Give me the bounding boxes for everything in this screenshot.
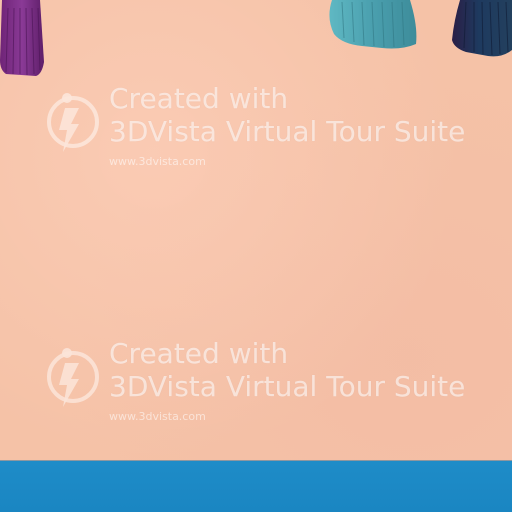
purple-tassel (0, 0, 50, 78)
navy-tassel (448, 0, 512, 60)
wall-background (0, 0, 512, 512)
teal-tassel (322, 0, 422, 52)
blue-floor-strip (0, 461, 512, 512)
